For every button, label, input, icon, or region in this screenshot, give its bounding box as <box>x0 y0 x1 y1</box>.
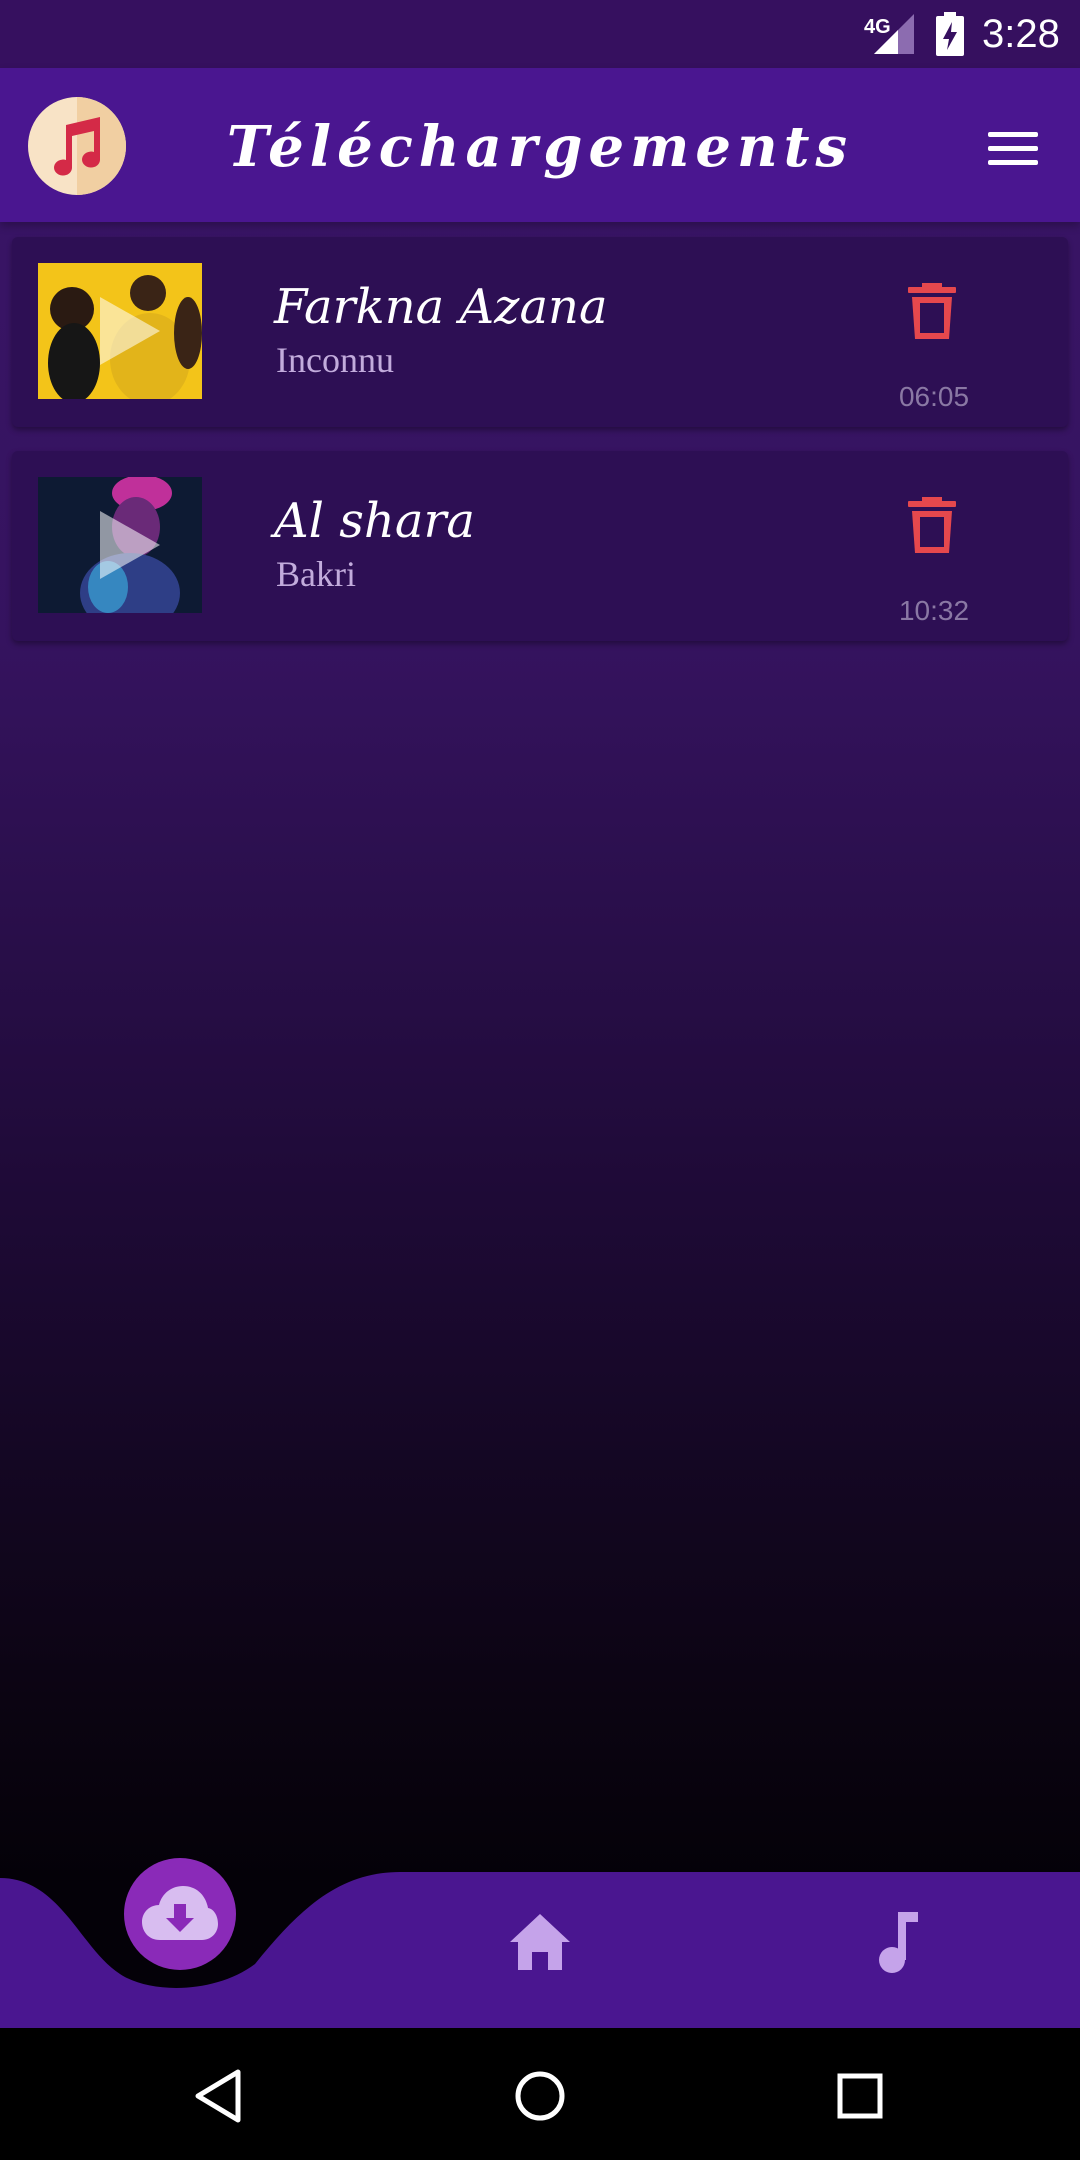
track-title: Farkna Azana <box>274 279 608 335</box>
battery-charging-icon <box>936 12 964 56</box>
recents-icon[interactable] <box>828 2064 892 2128</box>
delete-icon[interactable] <box>908 497 956 553</box>
track-duration: 10:32 <box>898 595 970 626</box>
track-artist: Bakri <box>276 554 356 594</box>
play-icon[interactable] <box>100 297 160 365</box>
home-icon[interactable] <box>508 1912 572 1972</box>
clock: 3:28 <box>982 12 1060 56</box>
signal-icon <box>874 14 914 54</box>
menu-button[interactable] <box>980 124 1044 172</box>
track-artist: Inconnu <box>276 340 394 380</box>
download-item[interactable]: Farkna Azana Inconnu 06:05 <box>12 237 1068 427</box>
music-logo-icon <box>54 117 101 176</box>
album-art[interactable] <box>38 477 202 613</box>
delete-icon[interactable] <box>908 283 956 339</box>
status-bar: 4G 3:28 <box>0 0 1080 68</box>
app-bar: Téléchargements <box>0 68 1080 222</box>
album-art[interactable] <box>38 263 202 399</box>
app-logo[interactable] <box>28 97 126 195</box>
track-title: Al shara <box>274 493 475 549</box>
track-duration: 06:05 <box>898 381 970 412</box>
play-icon[interactable] <box>100 511 160 579</box>
downloads-nav-button[interactable] <box>124 1858 236 1970</box>
download-item[interactable]: Al shara Bakri 10:32 <box>12 451 1068 641</box>
home-circle-icon[interactable] <box>508 2064 572 2128</box>
page-title: Téléchargements <box>226 114 854 180</box>
back-icon[interactable] <box>188 2064 252 2128</box>
system-nav-bar <box>0 2028 1080 2160</box>
cloud-download-icon <box>142 1886 218 1940</box>
music-note-icon[interactable] <box>874 1910 922 1974</box>
